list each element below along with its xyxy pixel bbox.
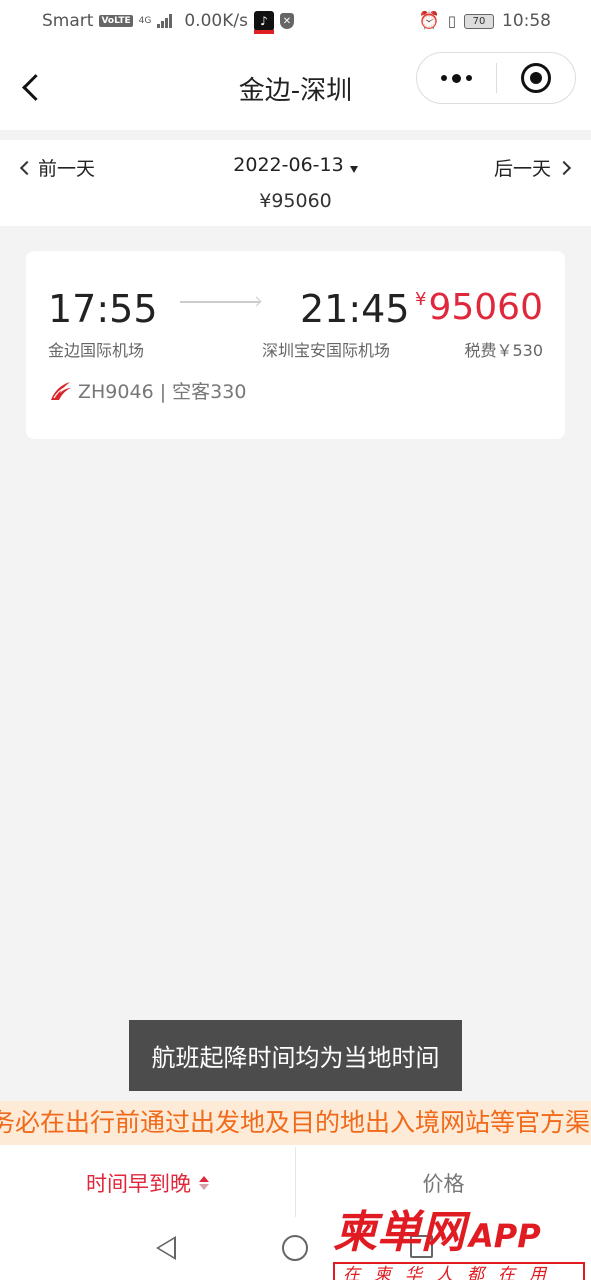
- status-bar: Smart VoLTE 4G 0.00K/s ♪ ✕ ⏰ ▯ 70 10:58: [0, 0, 591, 42]
- notice-text: 务必在出行前通过出发地及目的地出入境网站等官方渠: [0, 1108, 591, 1137]
- nav-home-icon[interactable]: [282, 1235, 308, 1261]
- net-speed: 0.00K/s: [184, 11, 248, 31]
- airline-logo-icon: [51, 381, 71, 400]
- watermark-app: APP: [469, 1217, 541, 1255]
- shield-icon: ✕: [279, 13, 294, 29]
- clock: 10:58: [502, 11, 551, 31]
- sort-time-label: 时间早到晚: [86, 1171, 191, 1196]
- page-header: 金边-深圳: [0, 42, 591, 130]
- currency-symbol: ¥: [415, 289, 427, 310]
- flight-number-aircraft: ZH9046 | 空客330: [78, 381, 247, 403]
- signal-icon: [157, 14, 173, 28]
- arrival-airport: 深圳宝安国际机场: [262, 341, 391, 360]
- flight-info: ZH9046 | 空客330: [48, 377, 246, 404]
- volte-badge: VoLTE: [99, 15, 133, 27]
- price-value: 95060: [428, 287, 543, 328]
- miniprogram-capsule: [416, 52, 576, 104]
- carrier-label: Smart: [42, 11, 94, 31]
- tax-label: 税费￥530: [464, 341, 543, 360]
- chevron-right-icon: [556, 160, 572, 175]
- toast-message: 航班起降时间均为当地时间: [129, 1020, 462, 1091]
- network-type: 4G: [138, 16, 152, 26]
- battery-level: 70: [472, 15, 486, 27]
- battery-icon: 70: [464, 13, 494, 29]
- vibrate-icon: ▯: [447, 12, 456, 30]
- caret-down-icon: [349, 166, 358, 173]
- watermark-slogan: 在柬华人都在用: [333, 1262, 585, 1280]
- next-day-button[interactable]: 后一天: [493, 154, 572, 181]
- alarm-icon: ⏰: [418, 11, 440, 31]
- close-miniprogram-button[interactable]: [497, 53, 576, 103]
- tiktok-icon: ♪: [253, 11, 274, 34]
- sort-by-time-button[interactable]: 时间早到晚: [0, 1145, 295, 1220]
- date-lowest-price: ¥95060: [259, 190, 332, 212]
- arrow-right-icon: [180, 301, 260, 303]
- next-day-label: 后一天: [493, 158, 551, 180]
- date-bar: 前一天 2022-06-13 ¥95060 后一天: [0, 140, 591, 226]
- sort-arrows-icon: [199, 1175, 209, 1190]
- more-menu-button[interactable]: [417, 53, 496, 103]
- arrival-time: 21:45: [300, 287, 410, 331]
- target-icon: [520, 63, 551, 93]
- notice-marquee: 务必在出行前通过出发地及目的地出入境网站等官方渠: [0, 1101, 591, 1145]
- nav-back-icon[interactable]: [156, 1236, 176, 1260]
- watermark-logo: 柬単网 APP 在柬华人都在用: [333, 1196, 589, 1280]
- departure-time: 17:55: [48, 287, 158, 331]
- sort-price-label: 价格: [422, 1171, 465, 1196]
- departure-airport: 金边国际机场: [48, 341, 145, 360]
- watermark-name: 柬単网: [333, 1207, 465, 1258]
- flight-card[interactable]: 17:55 金边国际机场 21:45 深圳宝安国际机场 ¥95060 税费￥53…: [26, 251, 565, 439]
- selected-date: 2022-06-13: [233, 154, 344, 176]
- flight-price: ¥95060: [415, 287, 543, 328]
